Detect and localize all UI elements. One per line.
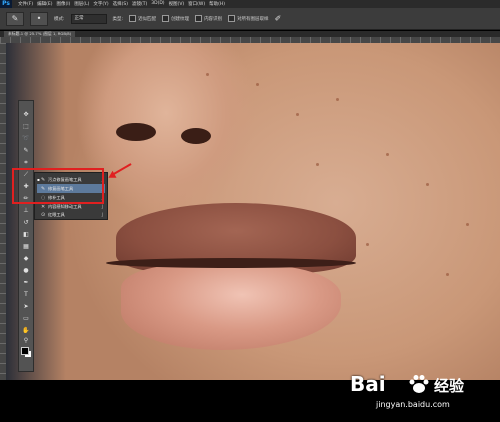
dodge-tool-icon[interactable]: ● [21,267,31,275]
toolbox: ✥ ⬚ ➰ ✎ ⌗ ⟋ ✚ ✏ ⊥ ↺ ◧ ▦ ◆ ● ✒ T ➤ ▭ ✋ ⚲ [18,100,34,372]
type-tool-icon[interactable]: T [21,291,31,299]
freckle [296,113,299,116]
shape-tool-icon[interactable]: ▭ [21,315,31,323]
blur-tool-icon[interactable]: ◆ [21,255,31,263]
brush-tip-icon: • [36,14,42,23]
menu-type[interactable]: 文字(Y) [93,1,108,7]
foreground-color-swatch[interactable] [21,347,29,355]
baidu-jingyan-watermark: Bai 经验 jingyan.baidu.com [350,372,480,418]
freckle [466,223,469,226]
menu-3d[interactable]: 3D(D) [151,1,164,7]
freckle [426,183,429,186]
menu-edit[interactable]: 编辑(E) [37,1,52,7]
watermark-jingyan: 经验 [434,377,465,395]
watermark-url: jingyan.baidu.com [376,400,450,409]
menu-window[interactable]: 窗口(W) [188,1,205,7]
watermark-brand: Bai [350,372,386,396]
paw-icon [409,375,429,393]
radio-icon [195,15,203,22]
freckle [256,83,259,86]
menu-filter[interactable]: 滤镜(T) [132,1,147,7]
freckle [446,273,449,276]
content-aware-move-icon: ✕ [41,203,46,210]
move-tool-icon[interactable]: ✥ [21,111,31,119]
freckle [386,153,389,156]
clone-stamp-tool-icon[interactable]: ⊥ [21,207,31,215]
sample-all-layers-checkbox[interactable]: 对所有图层取样 [228,15,269,22]
freckle [336,98,339,101]
hand-tool-icon[interactable]: ✋ [21,327,31,335]
lower-lip [121,265,341,350]
zoom-tool-icon[interactable]: ⚲ [21,337,31,345]
photoshop-logo: Ps [0,0,12,8]
menu-select[interactable]: 选择(S) [113,1,128,7]
quick-select-tool-icon[interactable]: ✎ [21,147,31,155]
flyout-item-red-eye[interactable]: ⊙ 红眼工具 J [37,210,105,219]
crop-tool-icon[interactable]: ⌗ [21,159,31,167]
menu-view[interactable]: 视图(V) [169,1,185,7]
eraser-tool-icon[interactable]: ◧ [21,231,31,239]
nostril-right [181,128,211,144]
red-highlight-box [12,168,104,204]
gradient-tool-icon[interactable]: ▦ [21,243,31,251]
tool-preset-picker[interactable]: ✎ [6,11,24,26]
type-option-texture[interactable]: 创建纹理 [162,15,189,22]
freckle [206,73,209,76]
radio-icon [162,15,170,22]
nostril-left [116,123,156,141]
menu-bar: Ps 文件(F) 编辑(E) 图像(I) 图层(L) 文字(Y) 选择(S) 滤… [0,0,500,8]
radio-icon [129,15,137,22]
options-bar: ✎ • 模式: 正常 类型: 近似匹配 创建纹理 内容识别 对所有图层取样 ✐ [0,8,500,30]
brush-size-picker[interactable]: • [30,11,48,26]
menu-items: 文件(F) 编辑(E) 图像(I) 图层(L) 文字(Y) 选择(S) 滤镜(T… [18,1,225,7]
lasso-tool-icon[interactable]: ➰ [21,135,31,143]
mode-select[interactable]: 正常 [70,13,107,24]
marquee-tool-icon[interactable]: ⬚ [21,123,31,131]
brush-icon: ✎ [11,14,19,23]
history-brush-tool-icon[interactable]: ↺ [21,219,31,227]
menu-layer[interactable]: 图层(L) [74,1,89,7]
mouth-line [106,258,356,268]
pressure-icon[interactable]: ✐ [275,14,282,23]
checkbox-icon [228,15,236,22]
mode-label: 模式: [54,16,65,22]
red-eye-icon: ⊙ [41,211,46,218]
path-select-tool-icon[interactable]: ➤ [21,303,31,311]
type-option-proximity[interactable]: 近似匹配 [129,15,156,22]
type-option-content-aware[interactable]: 内容识别 [195,15,222,22]
pen-tool-icon[interactable]: ✒ [21,279,31,287]
menu-image[interactable]: 图像(I) [56,1,70,7]
menu-help[interactable]: 帮助(H) [209,1,225,7]
freckle [366,243,369,246]
type-label: 类型: [112,16,124,22]
menu-file[interactable]: 文件(F) [18,1,33,7]
freckle [316,163,319,166]
